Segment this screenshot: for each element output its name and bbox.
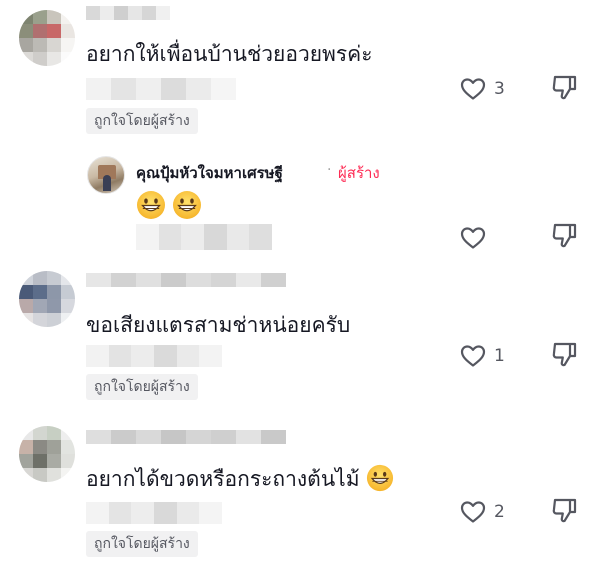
creator-label: ผู้สร้าง	[338, 164, 380, 182]
blurred-timestamp	[86, 502, 223, 524]
heart-outline-icon	[460, 501, 486, 523]
heart-outline-icon	[460, 227, 486, 249]
blurred-username	[86, 273, 286, 287]
dislike-button[interactable]	[550, 341, 578, 373]
liked-by-creator-badge: ถูกใจโดยผู้สร้าง	[86, 374, 198, 400]
thumbs-down-outline-icon	[552, 223, 577, 248]
comment-text: อยากได้ขวดหรือกระถางต้นไม้	[86, 464, 394, 493]
reply-like-button[interactable]	[460, 226, 486, 250]
grinning-face-emoji	[173, 191, 201, 219]
grinning-face-emoji	[137, 191, 165, 219]
like-count: 2	[494, 502, 505, 522]
reply-avatar[interactable]	[87, 156, 125, 194]
comment-3: อยากได้ขวดหรือกระถางต้นไม้ ถูกใจโดยผู้สร…	[0, 420, 600, 568]
blurred-timestamp	[86, 78, 236, 100]
like-button[interactable]: 1	[460, 344, 505, 368]
dislike-button[interactable]	[550, 497, 578, 529]
comment-1: อยากให้เพื่อนบ้านช่วยอวยพรค่ะ ถูกใจโดยผู…	[0, 0, 600, 140]
avatar[interactable]	[19, 10, 75, 66]
avatar[interactable]	[19, 271, 75, 327]
like-button[interactable]: 2	[460, 500, 505, 524]
blurred-username	[86, 6, 170, 20]
heart-outline-icon	[460, 78, 486, 100]
comment-text: อยากให้เพื่อนบ้านช่วยอวยพรค่ะ	[86, 42, 373, 66]
blurred-username	[86, 430, 286, 444]
reply-comment: คุณปุ้มหัวใจมหาเศรษฐี · ผู้สร้าง	[0, 150, 600, 260]
thumbs-down-outline-icon	[552, 342, 577, 367]
separator-dot: ·	[327, 162, 332, 178]
reply-dislike-button[interactable]	[550, 222, 578, 254]
comment-text-body: อยากได้ขวดหรือกระถางต้นไม้	[86, 467, 360, 491]
thumbs-down-outline-icon	[552, 75, 577, 100]
avatar[interactable]	[19, 426, 75, 482]
like-button[interactable]: 3	[460, 77, 505, 101]
dislike-button[interactable]	[550, 74, 578, 106]
grinning-face-emoji	[367, 464, 394, 492]
like-count: 3	[494, 79, 505, 99]
like-count: 1	[494, 346, 505, 366]
reply-author-name[interactable]: คุณปุ้มหัวใจมหาเศรษฐี	[136, 161, 283, 185]
comment-text: ขอเสียงแตรสามช่าหน่อยครับ	[86, 313, 351, 337]
liked-by-creator-badge: ถูกใจโดยผู้สร้าง	[86, 108, 198, 134]
thumbs-down-outline-icon	[552, 498, 577, 523]
heart-outline-icon	[460, 345, 486, 367]
comment-2: ขอเสียงแตรสามช่าหน่อยครับ ถูกใจโดยผู้สร้…	[0, 265, 600, 405]
blurred-timestamp	[136, 224, 273, 250]
liked-by-creator-badge: ถูกใจโดยผู้สร้าง	[86, 531, 198, 557]
blurred-timestamp	[86, 345, 223, 367]
